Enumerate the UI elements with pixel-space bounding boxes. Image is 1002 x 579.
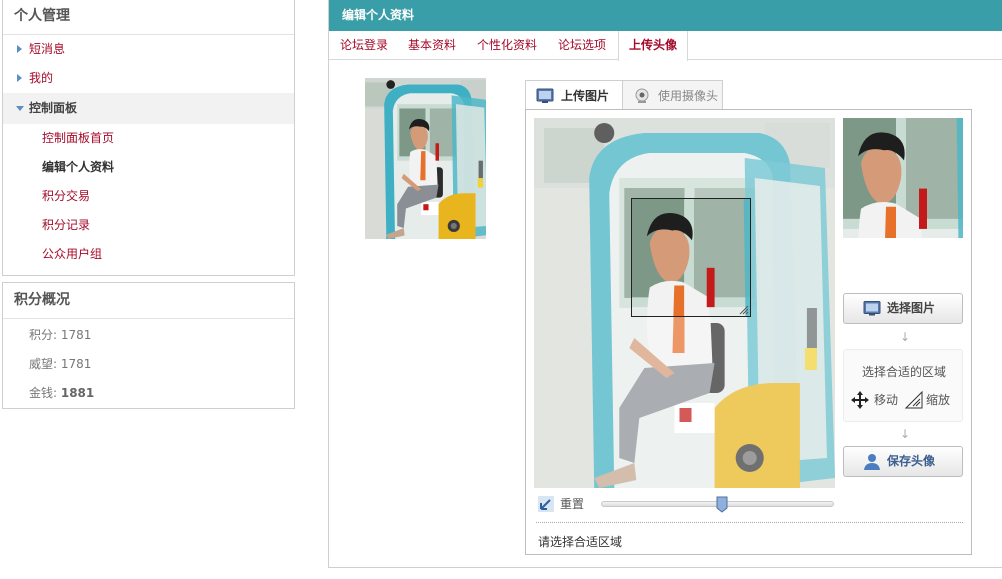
points-title: 积分概况 (3, 283, 294, 319)
selection-photo (632, 199, 750, 316)
stat-money: 金钱: 1881 (3, 379, 294, 408)
reset-icon (538, 496, 554, 512)
status-text: 请选择合适区域 (538, 535, 623, 549)
arrow-down-icon: ↓ (900, 330, 911, 344)
sub-item-public-group[interactable]: 公众用户组 (3, 240, 294, 269)
page-title: 编辑个人资料 (329, 0, 1002, 31)
sub-item-edit-profile[interactable]: 编辑个人资料 (3, 153, 294, 182)
tab-forum-login[interactable]: 论坛登录 (340, 31, 388, 60)
crop-canvas[interactable] (534, 118, 835, 488)
crop-selection-box[interactable] (631, 198, 751, 317)
zoom-label: 缩放 (926, 393, 951, 407)
button-label: 选择图片 (887, 301, 936, 315)
nav-item-label: 短消息 (29, 42, 66, 56)
zoom-slider-thumb[interactable] (716, 496, 728, 513)
stat-points: 积分: 1781 (3, 321, 294, 350)
move-icon (851, 391, 869, 409)
button-label: 保存头像 (887, 454, 936, 468)
stat-value: 1781 (60, 357, 92, 371)
points-panel: 积分概况 积分: 1781 威望: 1781 金钱: 1881 (2, 282, 295, 409)
tab-label: 上传图片 (561, 89, 610, 103)
select-image-button[interactable]: 选择图片 (843, 293, 963, 324)
main-content: 编辑个人资料 论坛登录 基本资料 个性化资料 论坛选项 上传头像 上传图片 使用… (328, 0, 1002, 568)
tab-upload-image[interactable]: 上传图片 (525, 80, 623, 111)
stat-label: 积分: (29, 328, 61, 342)
avatar-preview (843, 118, 963, 238)
sidebar-title: 个人管理 (3, 0, 294, 35)
image-icon (536, 88, 554, 103)
tab-label: 使用摄像头 (658, 89, 719, 103)
tab-use-webcam[interactable]: 使用摄像头 (622, 80, 723, 110)
stat-label: 威望: (29, 357, 61, 371)
profile-tabs: 论坛登录 基本资料 个性化资料 论坛选项 上传头像 (329, 31, 1002, 61)
divider (536, 522, 963, 523)
sub-item-control-home[interactable]: 控制面板首页 (3, 124, 294, 153)
current-avatar-image (365, 78, 486, 239)
user-icon (864, 454, 880, 470)
tab-forum-options[interactable]: 论坛选项 (558, 31, 606, 60)
tab-basic-info[interactable]: 基本资料 (408, 31, 456, 60)
save-avatar-button[interactable]: 保存头像 (843, 446, 963, 477)
reset-label: 重置 (560, 497, 585, 511)
stat-prestige: 威望: 1781 (3, 350, 294, 379)
arrow-down-icon: ↓ (900, 427, 911, 441)
sidebar-panel: 个人管理 短消息 我的 控制面板 控制面板首页 编辑个人资料 积分交易 积分记录… (2, 0, 295, 276)
triangle-right-icon (17, 45, 22, 53)
sub-item-points-trade[interactable]: 积分交易 (3, 182, 294, 211)
triangle-right-icon (17, 74, 22, 82)
resize-handle-icon[interactable] (739, 305, 749, 315)
resize-icon (904, 390, 923, 409)
nav-item-mine[interactable]: 我的 (3, 64, 294, 93)
stat-label: 金钱: (29, 386, 61, 400)
nav-item-label: 我的 (29, 71, 54, 85)
hint-box: 选择合适的区域 移动 缩放 (843, 349, 963, 422)
hint-title: 选择合适的区域 (861, 365, 946, 379)
avatar-editor: 选择图片 ↓ 选择合适的区域 移动 缩放 ↓ 保存头像 重置 请选择合适区域 (525, 109, 972, 555)
nav-item-label: 控制面板 (29, 101, 78, 115)
tab-personal-info[interactable]: 个性化资料 (477, 31, 537, 60)
tab-upload-avatar[interactable]: 上传头像 (618, 31, 689, 61)
nav-item-messages[interactable]: 短消息 (3, 35, 294, 64)
sub-item-points-log[interactable]: 积分记录 (3, 211, 294, 240)
stat-value: 1881 (60, 386, 95, 400)
move-label: 移动 (874, 393, 899, 407)
stat-value: 1781 (60, 328, 92, 342)
webcam-icon (635, 88, 649, 103)
triangle-down-icon (16, 106, 24, 111)
image-icon (863, 301, 881, 316)
nav-item-control-panel[interactable]: 控制面板 (3, 93, 294, 124)
